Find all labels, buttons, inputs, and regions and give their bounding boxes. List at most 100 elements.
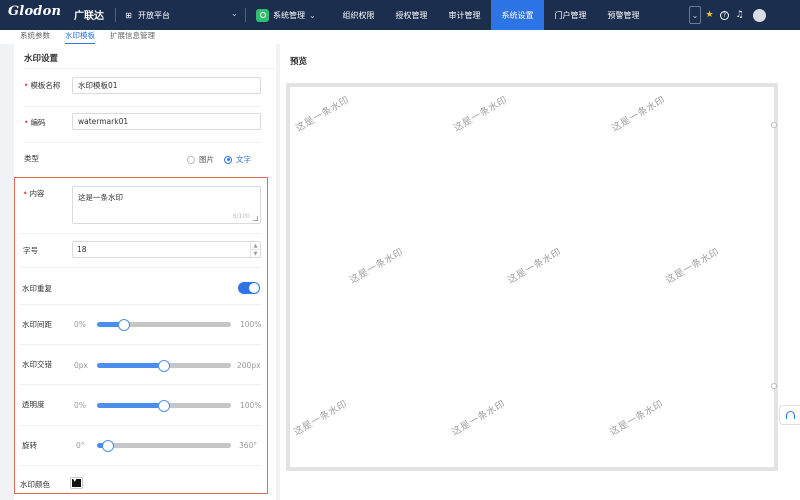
- opacity-slider[interactable]: [97, 399, 231, 412]
- brand-logo: Glodon: [8, 4, 62, 19]
- watermark-text: 这是一条水印: [664, 246, 722, 287]
- stagger-label: 水印交错: [22, 360, 52, 369]
- divider: [24, 68, 275, 69]
- watermark-text: 这是一条水印: [506, 246, 564, 287]
- system-app-icon: [256, 8, 269, 22]
- font-size-stepper[interactable]: 18 ▲ ▼: [72, 241, 261, 258]
- divider: [24, 106, 261, 107]
- chevron-down-icon: ⌄: [309, 10, 316, 20]
- slider-max: 200px: [237, 361, 261, 370]
- divider: [20, 384, 261, 385]
- top-navigation-bar: Glodon 广联达 ⊞ 开放平台 ⌄ 系统管理 ⌄ 组织权限 授权管理 审计管…: [0, 0, 800, 30]
- slider-min: 0%: [74, 401, 86, 410]
- type-radio-group: 图片 文字: [187, 154, 251, 165]
- font-size-value: 18: [77, 245, 87, 254]
- stagger-slider[interactable]: [97, 359, 231, 372]
- required-mark: •: [24, 81, 29, 90]
- rotation-slider[interactable]: [97, 439, 231, 452]
- sub-tabs: 系统参数 水印模板 扩展信息管理: [0, 30, 800, 44]
- support-button[interactable]: [779, 405, 800, 425]
- watermark-text: 这是一条水印: [452, 94, 510, 135]
- divider: [115, 8, 116, 22]
- nav-tab-authorization[interactable]: 授权管理: [385, 0, 438, 30]
- required-mark: •: [24, 118, 29, 127]
- platform-switcher[interactable]: ⊞ 开放平台: [124, 0, 170, 30]
- help-icon[interactable]: ?: [720, 11, 729, 20]
- divider: [20, 344, 261, 345]
- watermark-text: 这是一条水印: [294, 94, 352, 135]
- divider: [20, 304, 261, 305]
- radio-text[interactable]: 文字: [224, 154, 251, 165]
- watermark-text: 这是一条水印: [608, 398, 666, 439]
- slider-thumb[interactable]: [117, 318, 130, 331]
- content-label: • 内容: [23, 189, 45, 198]
- template-name-input[interactable]: 水印模板01: [72, 77, 261, 94]
- star-icon[interactable]: ★: [705, 11, 714, 20]
- tab-extended-info[interactable]: 扩展信息管理: [110, 30, 155, 44]
- font-size-label: 字号: [23, 246, 38, 255]
- toggle-knob: [249, 283, 259, 293]
- slider-max: 360°: [239, 441, 258, 450]
- nav-tab-alert[interactable]: 预警管理: [597, 0, 650, 30]
- divider: [24, 142, 261, 143]
- divider: [245, 8, 246, 22]
- platform-icon: ⊞: [125, 10, 132, 20]
- main-nav-tabs: 组织权限 授权管理 审计管理 系统设置 门户管理 预警管理: [332, 0, 650, 30]
- side-indicator: [771, 122, 777, 128]
- system-menu-dropdown[interactable]: 系统管理 ⌄: [253, 5, 327, 25]
- preview-canvas: 这是一条水印 这是一条水印 这是一条水印 这是一条水印 这是一条水印 这是一条水印 这是一条…: [286, 83, 778, 471]
- tab-watermark-template[interactable]: 水印模板: [65, 30, 95, 44]
- opacity-label: 透明度: [22, 400, 45, 409]
- headset-icon: [785, 411, 795, 419]
- preview-title: 预览: [290, 57, 308, 67]
- nav-tab-portal[interactable]: 门户管理: [544, 0, 597, 30]
- slider-thumb[interactable]: [158, 359, 170, 372]
- nav-tab-org-permission[interactable]: 组织权限: [332, 0, 385, 30]
- type-label: 类型: [24, 154, 39, 163]
- spacing-slider[interactable]: [97, 318, 231, 331]
- section-title: 水印设置: [24, 54, 59, 64]
- color-swatch-fill: [72, 476, 81, 487]
- watermark-text: 这是一条水印: [348, 246, 406, 287]
- chevron-up-icon[interactable]: ▲: [251, 242, 260, 250]
- rotation-label: 旋转: [22, 441, 37, 450]
- divider: [20, 233, 261, 234]
- code-input[interactable]: watermark01: [72, 113, 261, 130]
- repeat-toggle[interactable]: [238, 282, 260, 294]
- chevron-down-icon[interactable]: ▼: [251, 250, 260, 257]
- stepper-buttons: ▲ ▼: [250, 242, 260, 257]
- collapse-icon[interactable]: ⌄: [689, 6, 701, 24]
- watermark-text: 这是一条水印: [450, 398, 508, 439]
- slider-thumb[interactable]: [101, 439, 114, 452]
- watermark-text: 这是一条水印: [610, 94, 668, 135]
- char-counter: 6/100: [232, 213, 250, 220]
- chevron-down-icon[interactable]: ⌄: [231, 9, 238, 18]
- divider: [20, 267, 261, 268]
- tab-system-params[interactable]: 系统参数: [20, 30, 50, 44]
- content-textarea[interactable]: 这是一条水印 6/100: [72, 186, 261, 224]
- nav-tab-audit[interactable]: 审计管理: [438, 0, 491, 30]
- divider: [20, 465, 261, 466]
- radio-image[interactable]: 图片: [187, 154, 214, 165]
- slider-max: 100%: [240, 401, 262, 410]
- resize-handle[interactable]: [253, 216, 258, 221]
- slider-min: 0px: [74, 361, 88, 370]
- slider-min: 0%: [74, 320, 86, 329]
- watermark-text: 这是一条水印: [292, 398, 350, 439]
- preview-panel: 预览 这是一条水印 这是一条水印 这是一条水印 这是一条水印 这是一条水印 这是一条水印这…: [280, 44, 800, 500]
- avatar[interactable]: [753, 9, 766, 22]
- template-name-label: • 模板名称: [24, 81, 61, 90]
- radio-circle: [224, 155, 232, 164]
- repeat-label: 水印重复: [22, 284, 52, 293]
- platform-label: 开放平台: [138, 10, 170, 20]
- code-label: • 编码: [24, 118, 46, 127]
- color-picker[interactable]: [70, 476, 83, 489]
- divider: [20, 425, 261, 426]
- side-indicator: [771, 383, 777, 389]
- content-value: 这是一条水印: [78, 193, 123, 202]
- bell-icon[interactable]: ♫: [735, 11, 744, 20]
- slider-thumb[interactable]: [158, 399, 170, 412]
- spacing-label: 水印间距: [22, 320, 52, 329]
- nav-tab-system-settings[interactable]: 系统设置: [491, 0, 544, 30]
- slider-max: 100%: [240, 320, 262, 329]
